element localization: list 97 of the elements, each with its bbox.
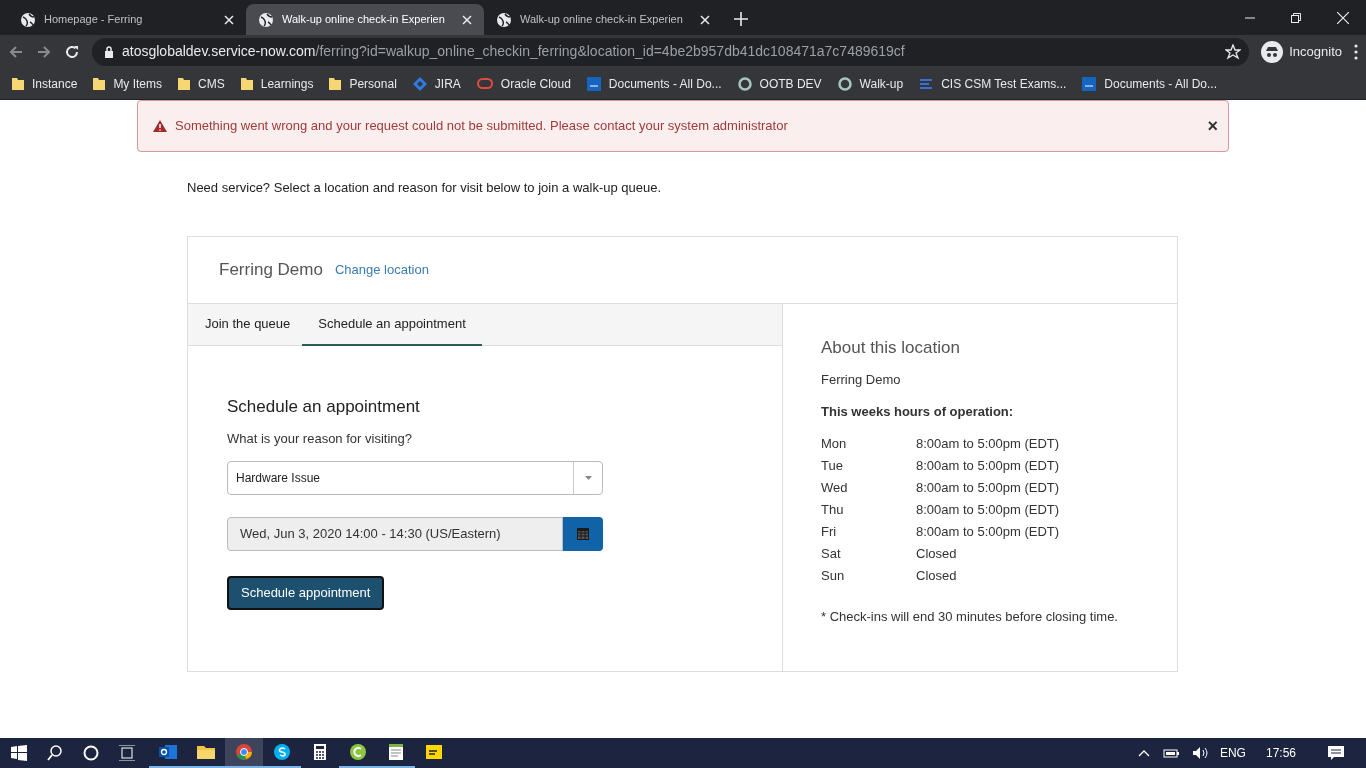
day-label: Fri [821,523,838,542]
dropdown-caret-icon [584,475,592,480]
address-field[interactable]: atosglobaldev.service-now.com/ferring?id=walkup_online_checkin_ferring&location_id=4be2b957db41dc108471a7c7489619cf [92,37,1250,66]
about-title: About this location [821,336,961,359]
clock[interactable]: 17:56 [1265,744,1296,762]
search-icon [47,745,63,761]
page-subtitle: Need service? Select a location and reason for visit below to join a walk-up queue. [187,179,663,197]
incognito-icon [1261,40,1284,63]
battery-icon [1161,747,1180,759]
hours-note: * Check-ins will end 30 minutes before closing time. [821,608,1119,626]
about-location-name: Ferring Demo [821,371,902,389]
restore-icon [1291,12,1301,23]
browser-icon [235,743,253,761]
close-icon [1337,11,1349,24]
bookmark[interactable]: Instance [12,71,78,96]
folder-icon [197,743,215,761]
browser-tab[interactable]: Homepage - Ferring [8,4,246,35]
folder-icon [93,76,106,91]
calculator-icon [311,743,329,761]
schedule-appointment-button[interactable]: Schedule appointment [227,575,385,610]
globe-icon [496,11,512,28]
tab[interactable]: Schedule an appointment [302,303,482,346]
circle-letter-icon [349,743,367,761]
hours-title: This weeks hours of operation: [821,402,1015,421]
notification-icon [1328,746,1344,760]
lines-icon [919,76,934,91]
change-location-link[interactable]: Change location [334,259,429,280]
browser-tab[interactable]: Walk-up online check-in Experien [484,4,722,35]
url-text: atosglobaldev.service-now.com/ferring?id=walkup_online_checkin_ferring&location_id=4be2b957db41dc108471a7c7489619cf [122,42,906,61]
circle-icon [83,745,99,761]
task-view-icon [119,745,135,761]
bookmark[interactable]: Oracle Cloud [476,71,571,96]
bookmark[interactable]: Documents - All Do... [586,71,722,96]
bookmark[interactable]: Documents - All Do... [1082,71,1218,96]
hours-text: 8:00am to 5:00pm (EDT) [916,523,1060,542]
globe-icon [20,11,36,28]
hours-text: 8:00am to 5:00pm (EDT) [916,435,1060,454]
calendar-button[interactable] [563,516,603,551]
profile-label[interactable]: Incognito [1289,41,1342,62]
bookmark[interactable]: JIRA [412,71,461,96]
hours-text: Closed [916,545,957,564]
hours-text: 8:00am to 5:00pm (EDT) [916,479,1060,498]
location-name: Ferring Demo [219,258,323,281]
folder-icon [12,76,24,91]
ring-icon [837,76,852,91]
lock-icon [104,45,114,58]
tab[interactable]: Join the queue [193,303,303,346]
forward-icon[interactable] [36,43,52,60]
browser-tab[interactable]: Walk-up online check-in Experien [246,4,484,35]
bookmark[interactable]: Personal [329,71,397,96]
day-label: Sun [821,567,846,586]
star-icon[interactable] [1225,43,1242,60]
day-label: Tue [821,457,844,476]
folder-icon [329,76,342,91]
reason-question: What is your reason for visiting? [227,430,413,448]
hours-text: Closed [916,567,957,586]
close-icon [224,14,234,25]
language-indicator[interactable]: ENG [1219,744,1246,762]
bookmark[interactable]: CIS CSM Test Exams... [919,71,1067,96]
square-icon [586,76,601,91]
hours-text: 8:00am to 5:00pm (EDT) [916,501,1060,520]
bookmark[interactable]: OOTB DEV [737,71,822,96]
day-label: Mon [821,435,848,454]
volume-icon [1191,746,1208,760]
bookmark[interactable]: My Items [93,71,163,96]
reason-select[interactable]: Hardware Issue [227,460,603,495]
bookmark[interactable]: CMS [178,71,225,96]
day-label: Thu [821,501,845,520]
day-label: Sat [821,545,842,564]
new-tab-icon [734,12,748,26]
windows-start-icon [11,745,27,761]
notepad-icon [387,743,405,761]
close-icon [462,14,472,25]
reload-icon[interactable] [64,43,80,60]
folder-icon [240,76,253,91]
bookmark[interactable]: Walk-up [837,71,904,96]
error-message: Something went wrong and your request could not be submitted. Please contact your system administrator [175,117,789,136]
close-icon [700,14,710,25]
chevron-up-icon [1137,748,1150,758]
back-icon[interactable] [8,43,24,60]
hours-text: 8:00am to 5:00pm (EDT) [916,457,1060,476]
warning-icon [153,120,167,132]
datetime-field[interactable]: Wed, Jun 3, 2020 14:00 - 14:30 (US/Eastern) [227,516,563,551]
close-button[interactable]: × [1207,112,1218,140]
sticky-note-icon [425,743,443,761]
folder-icon [178,76,191,91]
diamond-icon [412,76,427,91]
chat-app-icon [273,743,291,761]
form-title: Schedule an appointment [227,395,421,418]
mail-app-icon [159,743,177,761]
menu-icon[interactable] [1354,43,1358,60]
globe-icon [258,11,274,28]
square-icon [1082,76,1097,91]
day-label: Wed [821,479,849,498]
bookmark[interactable]: Learnings [240,71,314,96]
ring-icon [737,76,752,91]
calendar-icon [577,527,589,540]
